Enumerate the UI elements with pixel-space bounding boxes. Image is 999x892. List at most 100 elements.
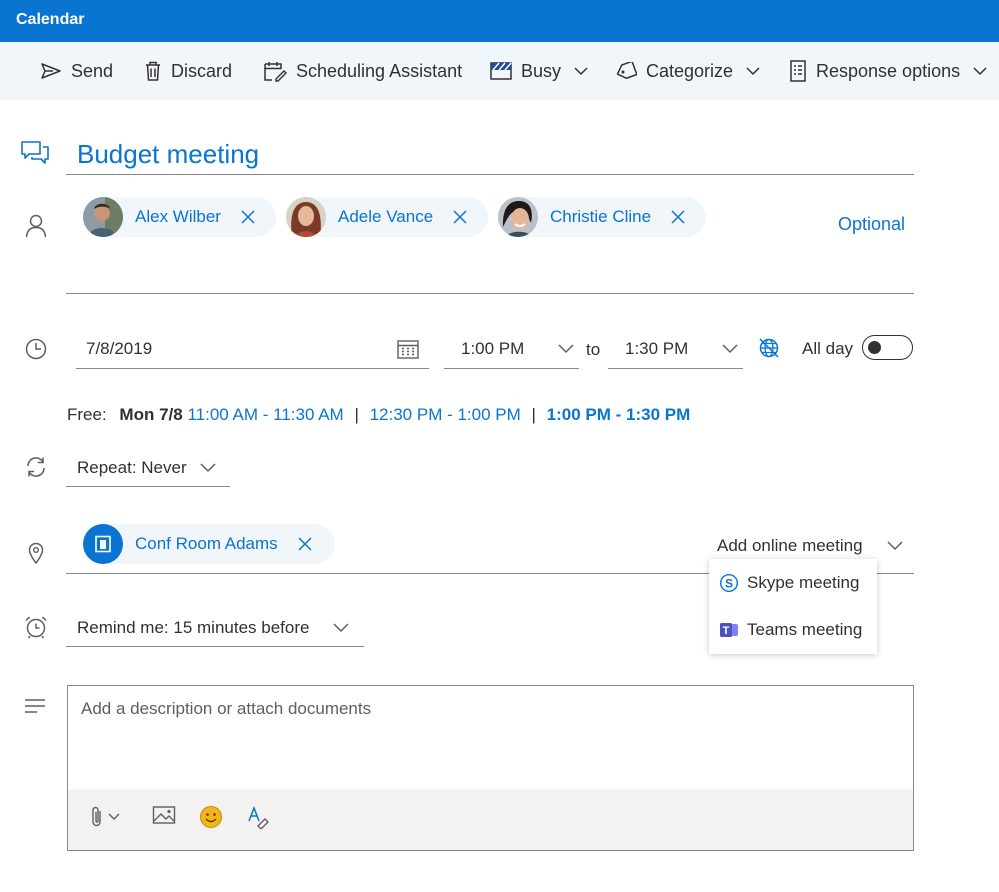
teams-icon: T [720, 623, 738, 637]
start-time-dropdown[interactable]: 1:00 PM [461, 339, 524, 359]
reminder-dropdown[interactable]: Remind me: 15 minutes before [77, 618, 309, 638]
remove-attendee-button[interactable] [671, 210, 685, 224]
emoji-button[interactable] [199, 805, 223, 829]
remove-attendee-button[interactable] [241, 210, 255, 224]
text-format-icon [248, 805, 269, 829]
start-time-underline [444, 368, 579, 369]
attendee-name: Adele Vance [338, 207, 434, 226]
slot-separator: | [531, 405, 536, 424]
add-online-meeting-dropdown[interactable]: Add online meeting [717, 536, 863, 556]
repeat-icon [27, 457, 45, 477]
svg-text:T: T [723, 625, 730, 637]
remove-location-button[interactable] [298, 537, 312, 551]
attendee-chip-adele-vance[interactable]: Adele Vance [286, 197, 488, 237]
title-underline [66, 174, 914, 175]
calendar-icon[interactable] [397, 339, 419, 359]
chevron-down-icon[interactable] [333, 623, 349, 633]
categorize-dropdown[interactable]: Categorize [615, 42, 760, 100]
scheduling-assistant-label: Scheduling Assistant [296, 60, 463, 81]
close-icon [241, 210, 255, 224]
to-label: to [586, 340, 601, 359]
end-time-underline [608, 368, 743, 369]
description-editor[interactable]: Add a description or attach documents [67, 685, 914, 851]
send-icon [41, 63, 61, 79]
reminder-value: 15 minutes before [173, 618, 310, 637]
close-icon [671, 210, 685, 224]
event-title-field[interactable]: Budget meeting [77, 139, 259, 170]
skype-meeting-label: Skype meeting [747, 573, 860, 592]
response-options-icon [790, 60, 806, 82]
globe-time-zone-icon[interactable] [758, 337, 780, 359]
alarm-clock-icon [25, 616, 47, 639]
attendee-name: Christie Cline [550, 207, 652, 226]
close-icon [298, 537, 312, 551]
repeat-underline [66, 486, 230, 487]
free-slot-link[interactable]: 11:00 AM - 11:30 AM [187, 405, 343, 424]
free-times-suggestions: Free: Mon 7/8 11:00 AM - 11:30 AM | 12:3… [67, 405, 690, 425]
room-icon [83, 524, 123, 564]
trash-icon [146, 61, 160, 81]
chevron-down-icon[interactable] [200, 463, 216, 473]
chevron-down-icon[interactable] [558, 344, 574, 354]
svg-text:S: S [725, 577, 733, 591]
busy-status-icon [490, 62, 512, 80]
insert-picture-button[interactable] [152, 805, 176, 825]
title-bar: Calendar [0, 0, 999, 42]
discard-label: Discard [171, 60, 233, 81]
busy-dropdown[interactable]: Busy [490, 42, 588, 100]
skype-icon: S [719, 573, 739, 593]
remove-attendee-button[interactable] [453, 210, 467, 224]
tag-icon [616, 62, 637, 80]
chevron-down-icon[interactable] [722, 344, 738, 354]
free-label: Free: [67, 405, 107, 424]
send-label: Send [71, 60, 114, 81]
location-chip[interactable]: Conf Room Adams [83, 524, 335, 564]
response-options-label: Response options [816, 60, 961, 81]
chevron-down-icon [973, 66, 987, 75]
slot-separator: | [354, 405, 359, 424]
chat-bubbles-icon [21, 141, 49, 164]
formatting-toolbar [68, 789, 913, 850]
image-icon [152, 806, 176, 824]
send-button[interactable]: Send [40, 42, 113, 100]
selected-slot[interactable]: 1:00 PM - 1:30 PM [547, 405, 691, 424]
attendee-name: Alex Wilber [135, 207, 221, 226]
avatar [83, 197, 123, 237]
reminder-label: Remind me: [77, 618, 169, 637]
scheduling-assistant-button[interactable]: Scheduling Assistant [263, 42, 462, 100]
chevron-down-icon [108, 813, 120, 820]
description-placeholder: Add a description or attach documents [81, 699, 372, 718]
chevron-down-icon [746, 66, 760, 75]
end-time-dropdown[interactable]: 1:30 PM [625, 339, 688, 359]
repeat-label: Repeat: [77, 458, 137, 477]
chevron-down-icon[interactable] [887, 541, 903, 551]
teams-meeting-option[interactable]: T Teams meeting [719, 616, 862, 644]
start-date-field[interactable]: 7/8/2019 [86, 339, 152, 359]
skype-meeting-option[interactable]: S Skype meeting [719, 569, 859, 597]
all-day-toggle[interactable] [862, 335, 913, 360]
avatar [498, 197, 538, 237]
discard-button[interactable]: Discard [144, 42, 232, 100]
attendee-chip-alex-wilber[interactable]: Alex Wilber [83, 197, 276, 237]
emoji-icon [200, 806, 222, 828]
busy-label: Busy [521, 60, 562, 81]
attach-button[interactable] [90, 805, 120, 829]
format-painter-button[interactable] [246, 805, 270, 829]
app-title: Calendar [16, 11, 85, 28]
categorize-label: Categorize [646, 60, 734, 81]
repeat-dropdown[interactable]: Repeat: Never [77, 458, 187, 478]
teams-meeting-label: Teams meeting [747, 620, 863, 639]
free-slot-link[interactable]: 12:30 PM - 1:00 PM [370, 405, 521, 424]
chevron-down-icon [574, 66, 588, 75]
location-pin-icon [28, 542, 44, 564]
attendees-underline [66, 293, 914, 294]
avatar [286, 197, 326, 237]
toggle-knob [868, 341, 881, 354]
free-day: Mon 7/8 [119, 405, 183, 424]
calendar-edit-icon [264, 62, 287, 82]
optional-attendees-link[interactable]: Optional [838, 214, 905, 235]
command-toolbar: Send Discard Scheduling Assistant Busy C… [0, 42, 999, 100]
date-underline [76, 368, 429, 369]
attendee-chip-christie-cline[interactable]: Christie Cline [498, 197, 706, 237]
response-options-dropdown[interactable]: Response options [789, 42, 987, 100]
